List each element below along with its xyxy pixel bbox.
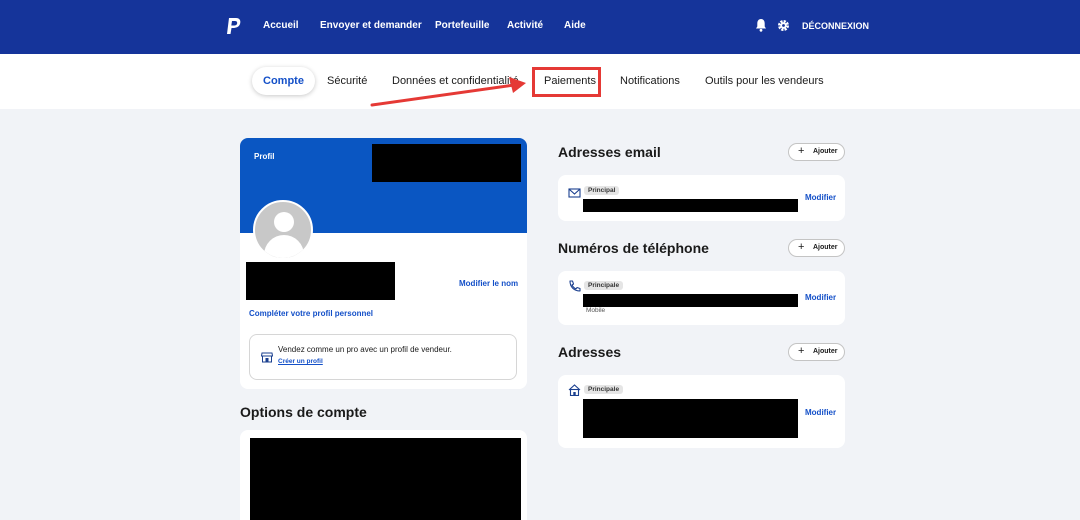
redacted-address (583, 399, 798, 438)
nav-portefeuille[interactable]: Portefeuille (435, 20, 489, 31)
plus-icon: + (798, 345, 805, 357)
store-icon (261, 352, 273, 363)
add-address-label: Ajouter (813, 348, 838, 355)
email-primary-badge: Principal (584, 186, 620, 195)
redacted-block (372, 144, 521, 182)
envelope-icon (568, 188, 581, 198)
phone-icon (569, 280, 581, 292)
annotation-highlight-box (532, 67, 601, 97)
address-card: Principale Modifier (558, 375, 845, 448)
account-options-card (240, 430, 527, 520)
nav-envoyer-et-demander[interactable]: Envoyer et demander (320, 20, 422, 31)
modify-phone-link[interactable]: Modifier (805, 293, 836, 302)
nav-activite[interactable]: Activité (507, 20, 543, 31)
plus-icon: + (798, 145, 805, 157)
redacted-name (246, 262, 395, 300)
address-primary-badge: Principale (584, 385, 624, 394)
profile-label: Profil (254, 152, 275, 161)
profile-card: Profil Modifier le nom Compléter votre p… (240, 138, 527, 389)
modify-email-link[interactable]: Modifier (805, 193, 836, 202)
add-phone-label: Ajouter (813, 244, 838, 251)
account-options-title: Options de compte (240, 404, 367, 420)
phone-section-title: Numéros de téléphone (558, 240, 709, 256)
address-section-title: Adresses (558, 344, 622, 360)
house-icon (568, 384, 581, 396)
add-phone-button[interactable]: + Ajouter (788, 239, 845, 257)
nav-accueil[interactable]: Accueil (263, 20, 299, 31)
plus-icon: + (798, 241, 805, 253)
nav-aide[interactable]: Aide (564, 20, 586, 31)
redacted-email (583, 199, 798, 212)
add-email-button[interactable]: + Ajouter (788, 143, 845, 161)
gear-icon[interactable] (777, 19, 790, 32)
tab-compte[interactable]: Compte (252, 67, 315, 95)
email-card: Principal Modifier (558, 175, 845, 221)
account-tabs: Compte Sécurité Données et confidentiali… (0, 54, 1080, 109)
redacted-phone (583, 294, 798, 307)
seller-prompt-text: Vendez comme un pro avec un profil de ve… (278, 345, 452, 354)
edit-name-link[interactable]: Modifier le nom (459, 279, 518, 288)
phone-type: Mobile (586, 307, 606, 314)
phone-card: Principale Mobile Modifier (558, 271, 845, 325)
modify-address-link[interactable]: Modifier (805, 408, 836, 417)
annotation-arrow (370, 77, 526, 107)
top-navigation-bar: Accueil Envoyer et demander Portefeuille… (0, 0, 1080, 54)
complete-profile-link[interactable]: Compléter votre profil personnel (249, 309, 373, 318)
avatar[interactable] (253, 200, 313, 260)
logout-button[interactable]: DÉCONNEXION (802, 21, 869, 31)
tab-securite[interactable]: Sécurité (327, 75, 367, 87)
paypal-logo[interactable] (226, 17, 242, 35)
tab-outils-pour-les-vendeurs[interactable]: Outils pour les vendeurs (705, 75, 824, 87)
email-section-title: Adresses email (558, 144, 661, 160)
seller-profile-prompt: Vendez comme un pro avec un profil de ve… (249, 334, 517, 380)
create-seller-profile-link[interactable]: Créer un profil (278, 358, 323, 365)
tab-notifications[interactable]: Notifications (620, 75, 680, 87)
bell-icon[interactable] (755, 18, 767, 32)
add-email-label: Ajouter (813, 148, 838, 155)
redacted-options (250, 438, 521, 520)
add-address-button[interactable]: + Ajouter (788, 343, 845, 361)
phone-primary-badge: Principale (584, 281, 624, 290)
